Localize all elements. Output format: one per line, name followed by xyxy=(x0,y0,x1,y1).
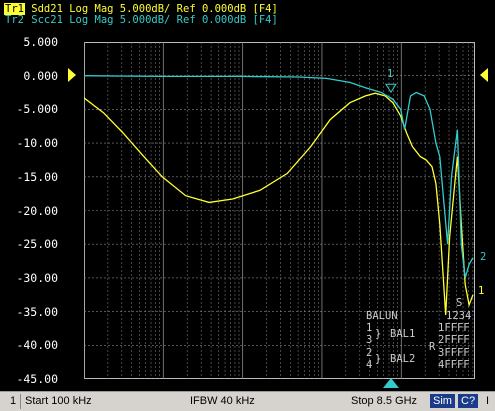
port-row-4: 4FFFF xyxy=(438,359,470,371)
y-tick-label: -10.00 xyxy=(16,136,58,151)
marker1-label-top: 1 xyxy=(387,68,394,80)
y-tick-label: -35.00 xyxy=(16,304,58,319)
y-tick-label: -5.000 xyxy=(16,102,58,117)
balun-line-2: 3 xyxy=(366,334,373,346)
y-tick-label: 5.000 xyxy=(23,35,58,49)
sim-badge[interactable]: Sim xyxy=(430,394,455,408)
trace-plot[interactable] xyxy=(84,42,475,379)
port-row-1: 1FFFF xyxy=(438,322,470,334)
status-bar: 1 Start 100 kHz IFBW 40 kHz Stop 8.5 GHz… xyxy=(0,391,495,411)
marker1-icon[interactable] xyxy=(385,83,397,94)
stimulus-marker-icon[interactable] xyxy=(383,378,399,389)
marker1-label-end: 1 xyxy=(478,285,485,297)
status-indicator: I xyxy=(486,395,490,407)
bal1-label: BAL1 xyxy=(390,328,416,340)
trace2-description: Scc21 Log Mag 5.000dB/ Ref 0.000dB [F4] xyxy=(24,14,278,26)
port-row-3: 3FFFF xyxy=(438,347,470,359)
stop-frequency[interactable]: Stop 8.5 GHz xyxy=(351,395,417,407)
ref-level-right-icon[interactable] xyxy=(480,68,488,82)
calibration-badge[interactable]: C? xyxy=(458,394,479,408)
trace2-header[interactable]: Tr2 Scc21 Log Mag 5.000dB/ Ref 0.000dB [… xyxy=(4,15,278,26)
trace1-line xyxy=(84,92,474,316)
ports-header: 1234 xyxy=(446,310,472,322)
y-tick-label: -40.00 xyxy=(16,338,58,353)
trace2-tag[interactable]: Tr2 xyxy=(4,14,25,26)
balun-line-1: 1 xyxy=(366,322,373,334)
channel-number[interactable]: 1 xyxy=(10,395,16,407)
balun-line-3: 2 xyxy=(366,347,373,359)
y-tick-label: 0.000 xyxy=(23,68,58,83)
balun-line-4: 4 xyxy=(366,359,373,371)
bal2-label: BAL2 xyxy=(390,353,416,365)
ref-level-left-icon[interactable] xyxy=(68,68,76,82)
r-label: R xyxy=(429,341,436,353)
balun-title: BALUN xyxy=(366,310,398,322)
s-label: S xyxy=(456,297,463,309)
y-tick-label: -25.00 xyxy=(16,237,58,252)
balun-bracket-2: } xyxy=(375,353,382,365)
balun-bracket-1: } xyxy=(375,328,382,340)
y-tick-label: -20.00 xyxy=(16,203,58,218)
y-tick-label: -30.00 xyxy=(16,270,58,285)
port-row-2: 2FFFF xyxy=(438,334,470,346)
y-tick-label: -15.00 xyxy=(16,169,58,184)
start-frequency[interactable]: Start 100 kHz xyxy=(25,395,92,407)
ifbw[interactable]: IFBW 40 kHz xyxy=(190,395,255,407)
marker2-label-end: 2 xyxy=(480,251,487,263)
trace2-line xyxy=(84,75,474,279)
y-tick-label: -45.00 xyxy=(16,372,58,386)
